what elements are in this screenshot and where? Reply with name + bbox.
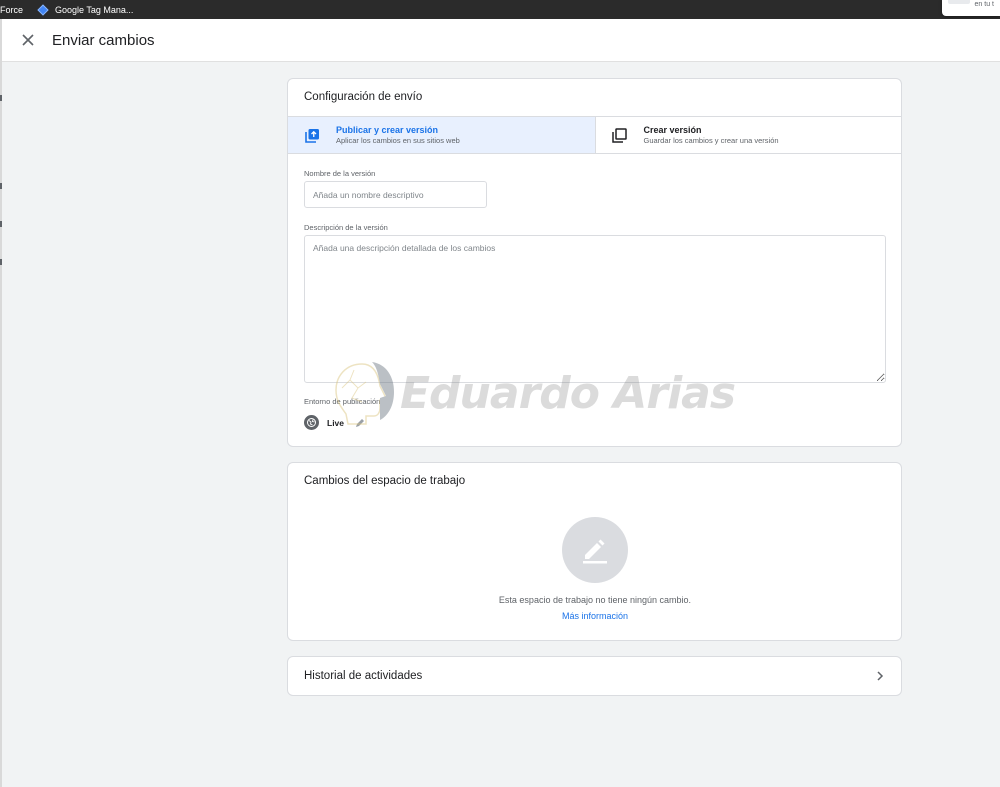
edge-tick (0, 259, 2, 265)
close-icon (22, 34, 34, 46)
environment-name: Live (327, 417, 345, 428)
edit-icon (562, 517, 628, 583)
activity-history-card[interactable]: Historial de actividades (287, 656, 902, 696)
edge-tick (0, 221, 2, 227)
bookmark-item[interactable]: Force (0, 5, 23, 15)
corner-popup: en tu t (942, 0, 1000, 16)
version-name-input[interactable] (304, 181, 487, 208)
environment-label: Entorno de publicación (304, 397, 381, 406)
edge-tick (0, 183, 2, 189)
submission-config-card: Configuración de envío Publicar y crear … (287, 78, 902, 447)
globe-icon (304, 415, 319, 430)
bookmark-gtm[interactable]: Google Tag Mana... (35, 3, 134, 16)
chevron-right-icon (873, 669, 887, 683)
environment-row: Live (304, 415, 366, 430)
option-subtitle: Aplicar los cambios en sus sitios web (336, 136, 460, 145)
card-title: Historial de actividades (304, 670, 423, 682)
option-title: Publicar y crear versión (336, 125, 439, 135)
popup-text: en tu t (974, 1, 994, 8)
close-button[interactable] (18, 30, 38, 50)
gtm-icon (37, 3, 49, 16)
header-bar: Enviar cambios (2, 19, 1000, 62)
workspace-changes-card: Cambios del espacio de trabajo Esta espa… (287, 462, 902, 641)
empty-state-text: Esta espacio de trabajo no tiene ningún … (498, 595, 692, 605)
bookmark-label: Google Tag Mana... (55, 4, 134, 15)
more-info-link[interactable]: Más información (288, 611, 902, 621)
publish-icon (304, 127, 320, 143)
option-create-version[interactable]: Crear versión Guardar los cambios y crea… (594, 117, 903, 153)
version-description-input[interactable] (304, 235, 886, 383)
option-title: Crear versión (643, 125, 702, 135)
card-title: Cambios del espacio de trabajo (304, 475, 466, 487)
popup-thumbnail (948, 0, 970, 4)
version-name-label: Nombre de la versión (304, 169, 376, 178)
pencil-icon (356, 418, 365, 427)
card-title: Configuración de envío (304, 91, 423, 103)
edge-tick (0, 95, 2, 101)
submission-options: Publicar y crear versión Aplicar los cam… (288, 116, 902, 154)
bookmarks-bar: Force Google Tag Mana... (0, 0, 1000, 19)
copy-icon (612, 127, 628, 143)
option-subtitle: Guardar los cambios y crear una versión (643, 136, 779, 145)
version-description-label: Descripción de la versión (304, 223, 388, 232)
page-title: Enviar cambios (52, 31, 155, 49)
left-edge-panel (0, 19, 2, 787)
bookmark-label: Force (0, 4, 24, 15)
edit-environment-button[interactable] (354, 417, 366, 429)
option-publish-and-create[interactable]: Publicar y crear versión Aplicar los cam… (288, 117, 595, 153)
